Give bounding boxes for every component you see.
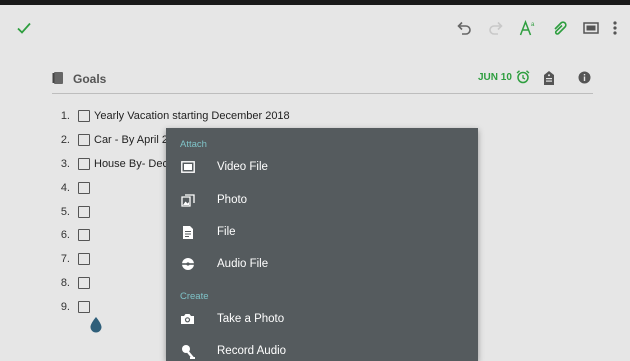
info-icon[interactable]	[578, 71, 591, 84]
undo-button[interactable]	[449, 5, 479, 50]
checklist-item: 9.	[52, 298, 94, 316]
check-icon	[17, 22, 31, 34]
attach-button[interactable]	[545, 5, 575, 50]
checklist-item: 3. House By- Dece	[52, 155, 174, 173]
paperclip-icon	[554, 20, 567, 35]
menu-item-label: Record Audio	[217, 345, 287, 357]
svg-text:a: a	[531, 22, 535, 28]
checklist-item: 7.	[52, 250, 94, 268]
checkbox[interactable]	[78, 206, 90, 218]
text-format-button[interactable]: a	[513, 5, 543, 50]
checkbox[interactable]	[78, 301, 90, 313]
checkbox[interactable]	[78, 277, 90, 289]
presentation-button[interactable]	[576, 5, 606, 50]
item-number: 9.	[60, 301, 70, 313]
note-header: Goals JUN 10	[52, 64, 593, 94]
note-title[interactable]: Goals	[73, 72, 106, 86]
note-toolbar: a	[0, 5, 630, 50]
file-icon	[182, 225, 193, 239]
checkbox[interactable]	[78, 229, 90, 241]
checklist-item: 1. Yearly Vacation starting December 201…	[52, 107, 290, 125]
camera-icon	[181, 314, 194, 324]
menu-item-label: Photo	[217, 194, 248, 206]
overflow-menu-button[interactable]	[605, 5, 625, 50]
menu-item-video-file[interactable]: Video File	[166, 152, 478, 182]
cursor-handle-icon[interactable]	[89, 316, 103, 333]
menu-item-label: Video File	[217, 161, 268, 173]
menu-item-photo[interactable]: Photo	[166, 185, 478, 215]
checklist-item: 4.	[52, 179, 94, 197]
checkbox[interactable]	[78, 134, 90, 146]
item-number: 3.	[60, 158, 70, 170]
item-number: 1.	[60, 110, 70, 122]
checkbox[interactable]	[78, 182, 90, 194]
overflow-menu-icon	[613, 20, 617, 35]
redo-button[interactable]	[481, 5, 511, 50]
photo-icon	[180, 193, 195, 207]
menu-item-label: Take a Photo	[217, 313, 285, 325]
checklist-item: 2. Car - By April 2	[52, 131, 168, 149]
checkbox[interactable]	[78, 158, 90, 170]
attach-section-header: Attach	[180, 139, 207, 150]
item-text[interactable]: Car - By April 2	[94, 134, 168, 146]
redo-icon	[489, 21, 503, 35]
tag-icon[interactable]	[543, 70, 555, 86]
item-number: 8.	[60, 277, 70, 289]
item-number: 4.	[60, 182, 70, 194]
checklist-item: 6.	[52, 226, 94, 244]
microphone-icon	[181, 344, 195, 359]
video-file-icon	[180, 161, 195, 173]
item-text[interactable]: Yearly Vacation starting December 2018	[94, 110, 290, 122]
alarm-clock-icon	[516, 70, 530, 84]
menu-item-record-audio[interactable]: Record Audio	[166, 336, 478, 361]
create-section-header: Create	[180, 291, 209, 302]
notebook-icon[interactable]	[52, 71, 64, 85]
item-text[interactable]: House By- Dece	[94, 158, 174, 170]
menu-item-file[interactable]: File	[166, 217, 478, 247]
menu-item-take-a-photo[interactable]: Take a Photo	[166, 304, 478, 334]
reminder-date: JUN 10	[478, 71, 512, 83]
item-number: 2.	[60, 134, 70, 146]
audio-file-icon	[181, 258, 194, 270]
menu-item-label: File	[217, 226, 236, 238]
item-number: 7.	[60, 253, 70, 265]
done-button[interactable]	[9, 5, 39, 50]
menu-item-label: Audio File	[217, 258, 269, 270]
text-format-icon: a	[519, 19, 535, 35]
undo-icon	[457, 21, 471, 35]
checklist-item: 8.	[52, 274, 94, 292]
attach-menu: Attach Video File Photo File Audio File …	[166, 128, 478, 361]
menu-item-audio-file[interactable]: Audio File	[166, 249, 478, 279]
checkbox[interactable]	[78, 110, 90, 122]
presentation-icon	[583, 21, 599, 34]
checklist-item: 5.	[52, 203, 94, 221]
item-number: 6.	[60, 229, 70, 241]
checkbox[interactable]	[78, 253, 90, 265]
reminder[interactable]: JUN 10	[478, 70, 530, 84]
item-number: 5.	[60, 206, 70, 218]
